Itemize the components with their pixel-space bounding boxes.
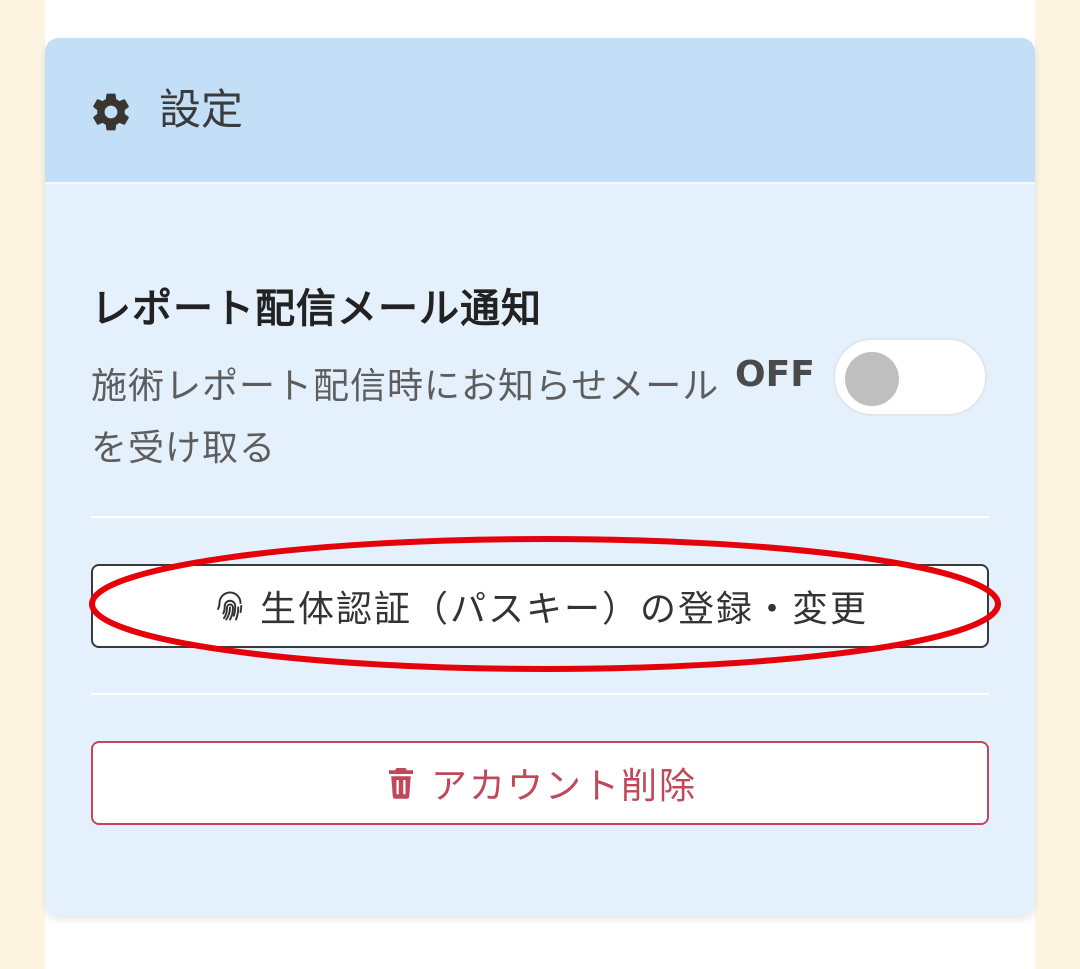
- toggle-knob: [845, 352, 899, 406]
- trash-icon: [388, 768, 413, 799]
- divider: [91, 516, 989, 518]
- report-notification-title: レポート配信メール通知: [91, 286, 542, 332]
- divider: [91, 693, 989, 695]
- settings-header: 設定: [45, 38, 1035, 184]
- report-notification-toggle[interactable]: [833, 338, 987, 416]
- report-notification-description: 施術レポート配信時にお知らせメールを受け取る: [91, 366, 720, 469]
- passkey-button-label: 生体認証（パスキー）の登録・変更: [259, 589, 868, 630]
- fingerprint-icon: [217, 591, 243, 621]
- delete-account-button[interactable]: アカウント削除: [91, 741, 989, 825]
- delete-button-label: アカウント削除: [430, 766, 697, 807]
- passkey-register-button[interactable]: 生体認証（パスキー）の登録・変更: [91, 564, 989, 648]
- gear-icon: [93, 93, 129, 131]
- settings-card: 設定 レポート配信メール通知 施術レポート配信時にお知らせメールを受け取る OF…: [45, 38, 1035, 916]
- settings-title: 設定: [159, 85, 244, 134]
- toggle-state-label: OFF: [735, 354, 815, 395]
